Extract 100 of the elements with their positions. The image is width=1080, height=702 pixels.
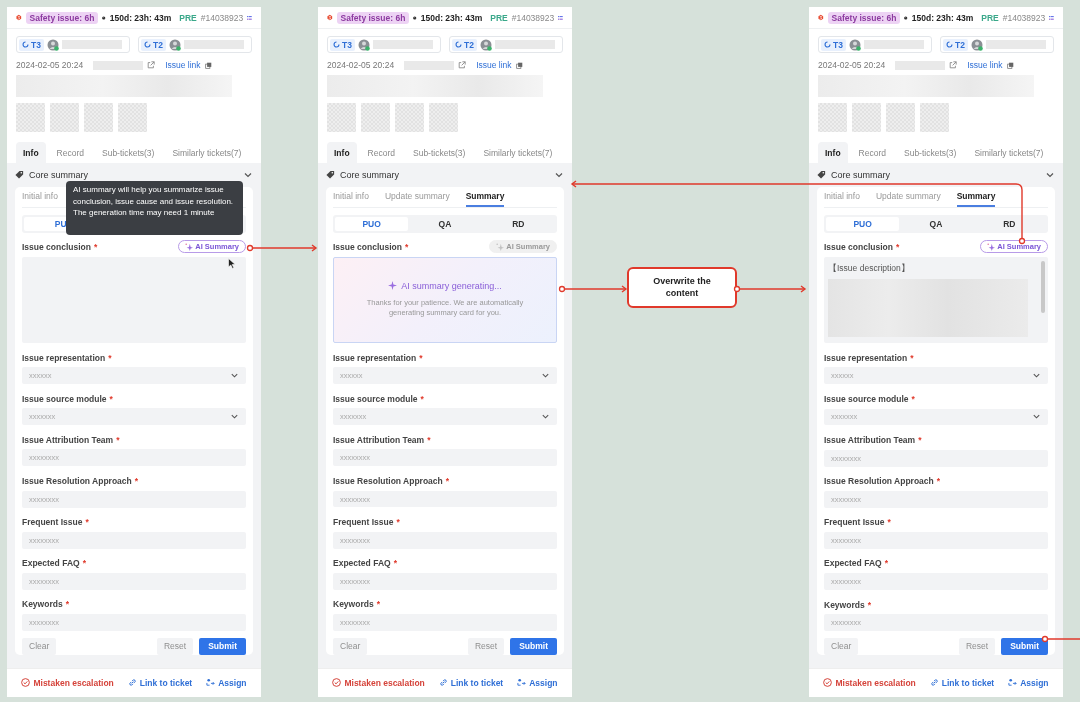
segment-option[interactable]: QA (899, 216, 973, 231)
sync-icon (824, 41, 831, 49)
environment-tag: PRE (179, 12, 197, 23)
tab[interactable]: Sub-tickets(3) (897, 142, 964, 163)
tab[interactable]: Similarly tickets(7) (476, 142, 560, 163)
text-area[interactable] (22, 256, 246, 343)
generating-title: AI summary generating... (401, 280, 502, 291)
sync-icon (455, 41, 462, 49)
attachment-thumbnail[interactable] (118, 103, 147, 133)
attachment-thumbnail[interactable] (429, 103, 458, 133)
field-label: Frequent Issue (22, 517, 83, 528)
tab[interactable]: Info (16, 142, 46, 163)
sync-icon (22, 41, 29, 49)
attachment-thumbnail[interactable] (84, 103, 113, 133)
footer-action[interactable]: Assign (1008, 677, 1049, 688)
tab[interactable]: Record (49, 142, 91, 163)
sub-tab[interactable]: Initial info (824, 186, 860, 207)
required-mark: * (404, 241, 409, 252)
attachment-thumbnail[interactable] (886, 103, 915, 133)
reset-button[interactable]: Reset (467, 637, 505, 655)
tab[interactable]: Sub-tickets(3) (95, 142, 162, 163)
sub-tab[interactable]: Summary (956, 186, 996, 207)
required-mark: * (396, 517, 400, 528)
timer-text: 150d: 23h: 43m (420, 12, 483, 23)
required-mark: * (393, 558, 397, 569)
reset-button[interactable]: Reset (156, 638, 194, 655)
sub-tab[interactable]: Update summary (875, 186, 941, 207)
date-text: 2024-02-05 20:24 (16, 60, 84, 71)
sub-tab[interactable]: Initial info (333, 186, 369, 207)
assign-icon (517, 678, 527, 688)
tag-icon (15, 170, 24, 180)
required-mark: * (936, 476, 941, 487)
attachment-thumbnail[interactable] (16, 103, 45, 133)
tab[interactable]: Similarly tickets(7) (165, 142, 249, 163)
avatar-icon (168, 38, 181, 51)
required-mark: * (419, 352, 423, 363)
footer-action[interactable]: Mistaken escalation (823, 677, 916, 688)
footer-action[interactable]: Assign (517, 677, 558, 688)
attachment-thumbnail[interactable] (327, 103, 356, 133)
tab[interactable]: Record (360, 142, 402, 163)
segment-option[interactable]: RD (972, 216, 1046, 231)
link-icon (438, 678, 448, 688)
footer-action[interactable]: Link to ticket (127, 677, 193, 688)
chevron-icon (541, 371, 550, 381)
sub-tab[interactable]: Update summary (384, 186, 450, 207)
sub-tab[interactable]: Summary (465, 186, 505, 207)
required-mark: * (82, 558, 86, 569)
required-mark: * (108, 352, 112, 363)
assignee-chip[interactable]: T2 (138, 36, 252, 54)
submit-button[interactable]: Submit (1001, 638, 1048, 655)
sub-tab[interactable]: Initial info (22, 186, 58, 207)
submit-button[interactable]: Submit (199, 638, 246, 655)
sparkle-icon (496, 242, 505, 251)
issue-link[interactable]: Issue link (165, 60, 201, 71)
text-area[interactable]: 【Issue description】 (824, 256, 1048, 344)
issue-link[interactable]: Issue link (476, 60, 512, 71)
segment-option[interactable]: PUO (826, 216, 900, 231)
field-label: Issue conclusion (824, 241, 893, 252)
section-title: Core summary (831, 169, 890, 180)
attachment-thumbnail[interactable] (852, 103, 881, 133)
issue-link[interactable]: Issue link (967, 60, 1003, 71)
attachment-thumbnail[interactable] (818, 103, 847, 133)
reset-button[interactable]: Reset (958, 638, 996, 655)
assignee-chip[interactable]: T3 (16, 36, 130, 54)
field-label: Keywords (824, 599, 865, 610)
required-mark: * (910, 352, 914, 363)
tab[interactable]: Sub-tickets(3) (406, 142, 473, 163)
assignee-chip[interactable]: T3 (327, 36, 441, 54)
segment-option[interactable]: RD (481, 216, 555, 231)
field-label: Frequent Issue (824, 517, 885, 528)
footer-action[interactable]: Mistaken escalation (332, 677, 425, 688)
tab[interactable]: Similarly tickets(7) (967, 142, 1051, 163)
segment-option[interactable]: QA (408, 216, 482, 231)
tier-label: T3 (342, 39, 352, 50)
tab[interactable]: Record (851, 142, 893, 163)
assignee-chip[interactable]: T2 (449, 36, 563, 54)
scrollbar (1041, 260, 1045, 313)
attachment-thumbnail[interactable] (50, 103, 79, 133)
footer-action[interactable]: Link to ticket (438, 677, 504, 688)
footer-action[interactable]: Mistaken escalation (21, 677, 114, 688)
field-label: Issue representation (333, 352, 417, 363)
section-title: Core summary (340, 169, 399, 180)
assignee-chip[interactable]: T3 (818, 36, 932, 54)
clear-button[interactable]: Clear (22, 638, 57, 655)
attachment-thumbnail[interactable] (395, 103, 424, 133)
clock-icon (102, 13, 106, 22)
attachment-thumbnail[interactable] (920, 103, 949, 133)
clear-button[interactable]: Clear (333, 637, 368, 655)
tab[interactable]: Info (327, 142, 357, 163)
sync-icon (946, 41, 953, 49)
submit-button[interactable]: Submit (510, 637, 557, 655)
assignee-chip[interactable]: T2 (940, 36, 1054, 54)
timer-text: 150d: 23h: 43m (109, 12, 172, 23)
sparkle-icon (388, 281, 398, 291)
clear-button[interactable]: Clear (824, 638, 859, 655)
tab[interactable]: Info (818, 142, 848, 163)
attachment-thumbnail[interactable] (361, 103, 390, 133)
footer-action[interactable]: Assign (206, 677, 247, 688)
segment-option[interactable]: PUO (335, 216, 409, 231)
footer-action[interactable]: Link to ticket (929, 677, 995, 688)
